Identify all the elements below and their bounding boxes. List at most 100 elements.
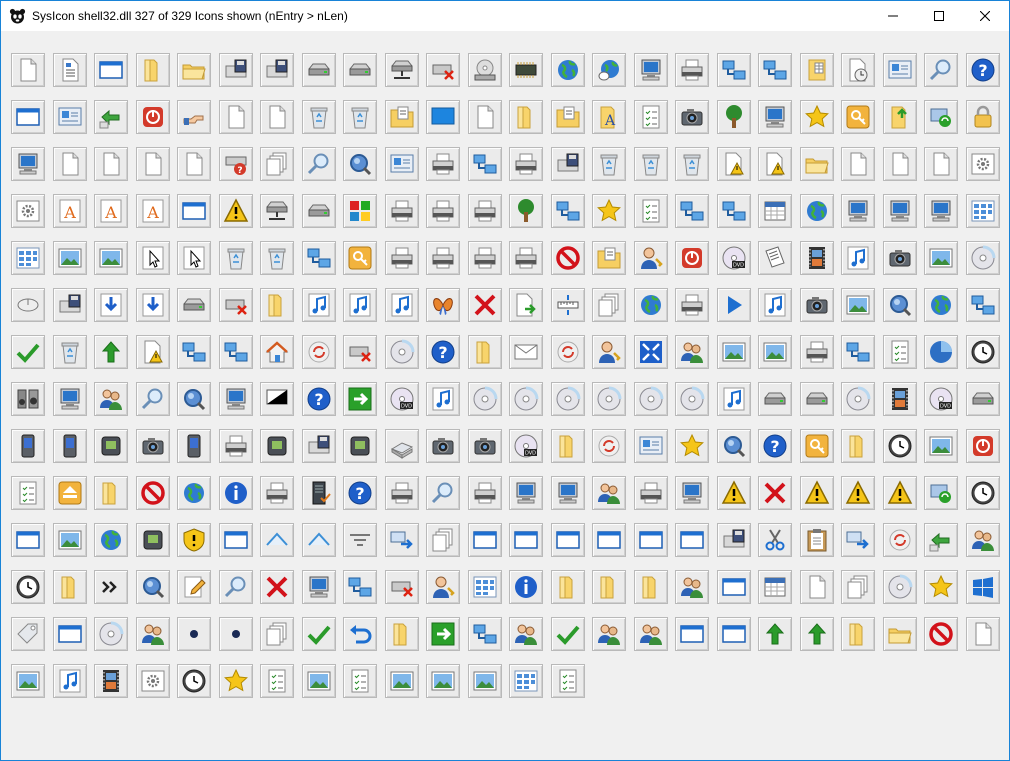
icon-cell[interactable]: [134, 521, 176, 568]
icon-cell[interactable]: [549, 192, 591, 239]
icon-cell[interactable]: [507, 98, 549, 145]
icon-tile[interactable]: [882, 194, 917, 228]
icon-tile[interactable]: [841, 570, 875, 604]
icon-cell[interactable]: [673, 145, 715, 192]
icon-tile[interactable]: [882, 288, 917, 322]
icon-tile[interactable]: [384, 664, 419, 698]
icon-cell[interactable]: [9, 286, 51, 333]
icon-cell[interactable]: [715, 51, 757, 98]
icon-tile[interactable]: [550, 429, 585, 463]
icon-cell[interactable]: [51, 380, 93, 427]
icon-cell[interactable]: [134, 380, 176, 427]
icon-tile[interactable]: [675, 147, 709, 181]
icon-tile[interactable]: [135, 147, 170, 181]
icon-cell[interactable]: [92, 145, 134, 192]
icon-cell[interactable]: [922, 192, 964, 239]
icon-cell[interactable]: [881, 239, 923, 286]
icon-cell[interactable]: [922, 615, 964, 662]
icon-cell[interactable]: [424, 145, 466, 192]
icon-tile[interactable]: [716, 382, 751, 416]
icon-tile[interactable]: [633, 335, 668, 369]
icon-cell[interactable]: [715, 427, 757, 474]
icon-cell[interactable]: [300, 192, 342, 239]
icon-cell[interactable]: [507, 521, 549, 568]
icon-tile[interactable]: [509, 194, 543, 228]
maximize-button[interactable]: [916, 1, 962, 31]
icon-tile[interactable]: [467, 523, 502, 557]
icon-cell[interactable]: [300, 615, 342, 662]
icon-tile[interactable]: [135, 617, 170, 651]
icon-tile[interactable]: [301, 523, 336, 557]
icon-tile[interactable]: [716, 429, 751, 463]
icon-cell[interactable]: [134, 51, 176, 98]
icon-cell[interactable]: [756, 568, 798, 615]
icon-tile[interactable]: ?: [343, 476, 377, 510]
icon-tile[interactable]: [218, 194, 253, 228]
icon-cell[interactable]: [424, 568, 466, 615]
icon-cell[interactable]: [590, 521, 632, 568]
icon-tile[interactable]: [426, 617, 460, 651]
icon-cell[interactable]: A: [134, 192, 176, 239]
icon-cell[interactable]: [383, 239, 425, 286]
icon-cell[interactable]: [798, 239, 840, 286]
icon-tile[interactable]: [177, 53, 211, 87]
icon-tile[interactable]: [882, 570, 917, 604]
icon-cell[interactable]: [92, 286, 134, 333]
icon-cell[interactable]: [715, 98, 757, 145]
icon-cell[interactable]: [341, 98, 383, 145]
icon-cell[interactable]: [839, 521, 881, 568]
icon-tile[interactable]: [426, 570, 460, 604]
icon-cell[interactable]: [632, 568, 674, 615]
icon-cell[interactable]: [258, 51, 300, 98]
icon-cell[interactable]: [383, 662, 425, 709]
icon-tile[interactable]: [52, 335, 87, 369]
icon-tile[interactable]: [177, 241, 211, 275]
icon-cell[interactable]: [466, 145, 508, 192]
icon-cell[interactable]: [632, 239, 674, 286]
icon-tile[interactable]: [509, 476, 543, 510]
icon-cell[interactable]: [300, 98, 342, 145]
icon-cell[interactable]: [922, 333, 964, 380]
icon-tile[interactable]: [384, 53, 419, 87]
icon-cell[interactable]: [424, 474, 466, 521]
icon-cell[interactable]: [756, 521, 798, 568]
icon-tile[interactable]: [467, 53, 502, 87]
icon-tile[interactable]: [301, 100, 336, 134]
icon-tile[interactable]: [716, 335, 751, 369]
icon-tile[interactable]: [177, 194, 211, 228]
icon-cell[interactable]: [9, 568, 51, 615]
icon-tile[interactable]: [11, 664, 45, 698]
icon-tile[interactable]: [675, 100, 709, 134]
icon-cell[interactable]: ?: [217, 145, 259, 192]
icon-cell[interactable]: [341, 380, 383, 427]
icon-cell[interactable]: [300, 333, 342, 380]
icon-tile[interactable]: [11, 288, 45, 322]
icon-cell[interactable]: [175, 286, 217, 333]
icon-cell[interactable]: [424, 521, 466, 568]
icon-cell[interactable]: [9, 427, 51, 474]
icon-tile[interactable]: [384, 194, 419, 228]
icon-cell[interactable]: [9, 239, 51, 286]
icon-tile[interactable]: [758, 335, 792, 369]
icon-cell[interactable]: [51, 239, 93, 286]
icon-tile[interactable]: [758, 194, 792, 228]
icon-cell[interactable]: [466, 568, 508, 615]
icon-cell[interactable]: [466, 427, 508, 474]
icon-tile[interactable]: [550, 53, 585, 87]
icon-cell[interactable]: [673, 286, 715, 333]
icon-tile[interactable]: [135, 100, 170, 134]
icon-cell[interactable]: [673, 333, 715, 380]
icon-cell[interactable]: DVD: [383, 380, 425, 427]
icon-tile[interactable]: [94, 100, 128, 134]
icon-tile[interactable]: [924, 194, 958, 228]
icon-cell[interactable]: [673, 51, 715, 98]
icon-cell[interactable]: [175, 521, 217, 568]
icon-tile[interactable]: [675, 335, 709, 369]
icon-cell[interactable]: [881, 192, 923, 239]
icon-tile[interactable]: [384, 476, 419, 510]
icon-tile[interactable]: [799, 335, 834, 369]
icon-cell[interactable]: DVD: [715, 239, 757, 286]
icon-tile[interactable]: [924, 288, 958, 322]
icon-tile[interactable]: [135, 429, 170, 463]
icon-cell[interactable]: [964, 380, 1006, 427]
